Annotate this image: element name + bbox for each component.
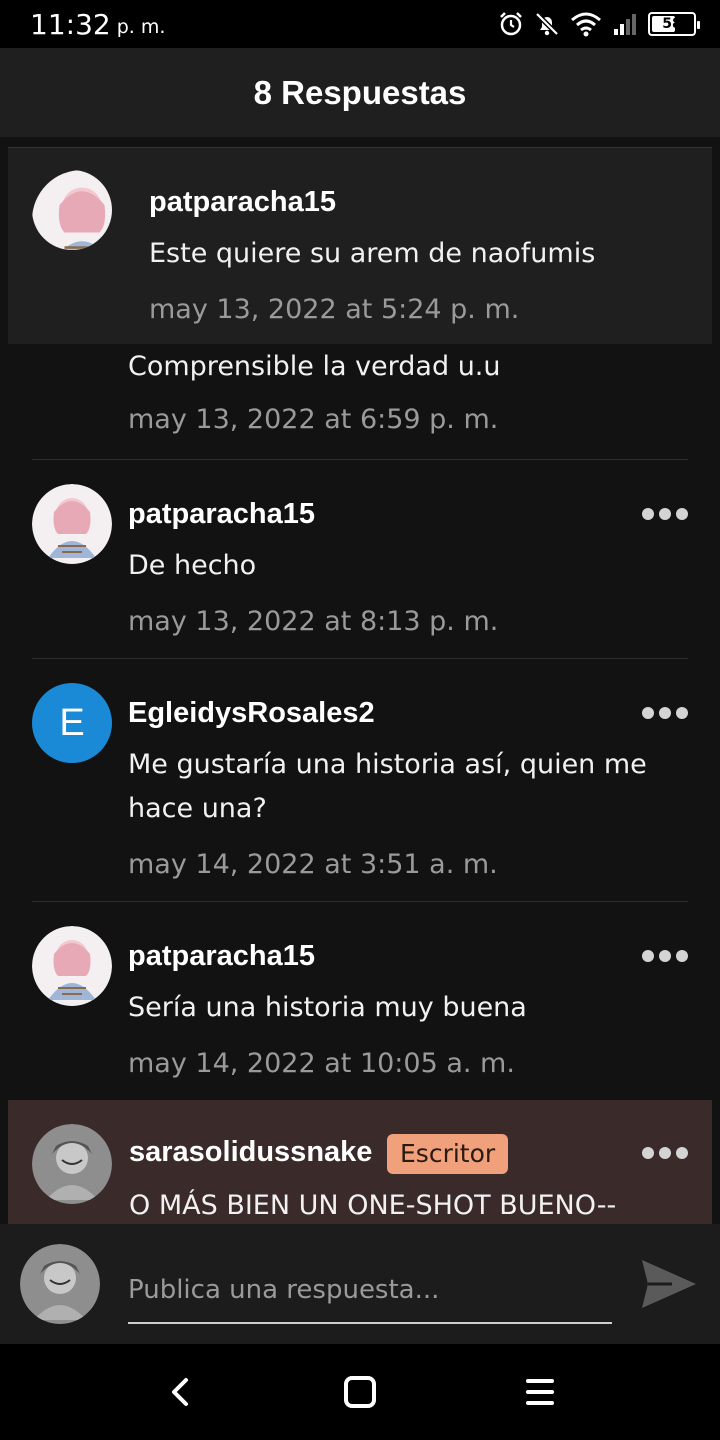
- comment-text: Me gustaría una historia así, quien me h…: [128, 749, 647, 824]
- comment-username[interactable]: patparacha15: [128, 940, 315, 973]
- comment-item[interactable]: patparacha15 De hecho may 13, 2022 at 8:…: [32, 460, 688, 659]
- more-options-button[interactable]: [642, 946, 688, 966]
- pinned-comment[interactable]: patparacha15 Este quiere su arem de naof…: [8, 147, 712, 344]
- battery-percent: 58: [662, 16, 682, 32]
- wifi-icon: [571, 12, 601, 37]
- alarm-icon: [500, 12, 522, 36]
- comment-username[interactable]: EgleidysRosales2: [128, 697, 375, 730]
- status-time: 11:32: [30, 7, 111, 41]
- page-title: 8 Respuestas: [253, 73, 467, 111]
- comment-item-highlighted[interactable]: sarasolidussnake Escritor O MÁS BIEN UN …: [8, 1100, 712, 1224]
- home-icon: [344, 1376, 376, 1408]
- battery-icon: 58: [648, 12, 700, 36]
- reply-bar: [0, 1224, 720, 1344]
- header: 8 Respuestas: [0, 48, 720, 137]
- comment-timestamp: may 14, 2022 at 10:05 a. m.: [128, 1048, 515, 1079]
- comment-text: Sería una historia muy buena: [128, 992, 527, 1023]
- comment-timestamp: may 13, 2022 at 5:24 p. m.: [149, 294, 520, 325]
- menu-button[interactable]: [520, 1372, 560, 1412]
- back-button[interactable]: [160, 1372, 200, 1412]
- avatar[interactable]: [32, 1124, 112, 1204]
- status-bar: 11:32 p. m. 58: [0, 0, 720, 48]
- back-icon: [172, 1378, 188, 1406]
- signal-icon: [614, 14, 636, 35]
- more-options-button[interactable]: [642, 703, 688, 723]
- more-horizontal-icon: [642, 1147, 654, 1159]
- comment-username[interactable]: sarasolidussnake: [129, 1136, 372, 1169]
- comment-username[interactable]: patparacha15: [128, 498, 315, 531]
- reply-input[interactable]: [128, 1258, 612, 1324]
- avatar[interactable]: E: [32, 683, 112, 763]
- menu-icon: [526, 1379, 554, 1405]
- current-user-avatar: [20, 1244, 100, 1324]
- comment-username[interactable]: patparacha15: [149, 186, 336, 219]
- comment-timestamp: may 13, 2022 at 8:13 p. m.: [128, 606, 499, 637]
- status-ampm: p. m.: [116, 16, 166, 38]
- more-horizontal-icon: [642, 508, 654, 520]
- notifications-off-icon: [535, 12, 559, 36]
- status-icons: 58: [498, 11, 700, 37]
- comment-timestamp: may 14, 2022 at 3:51 a. m.: [128, 849, 498, 880]
- send-icon: [642, 1260, 696, 1308]
- role-badge: Escritor: [387, 1134, 509, 1174]
- comment-thread[interactable]: Comprensible la verdad u.u may 13, 2022 …: [0, 137, 720, 1224]
- comment-item[interactable]: E EgleidysRosales2 Me gustaría una histo…: [32, 659, 688, 902]
- avatar[interactable]: [32, 484, 112, 564]
- send-button[interactable]: [638, 1256, 698, 1312]
- avatar-letter: E: [59, 701, 85, 744]
- more-options-button[interactable]: [642, 1143, 688, 1163]
- more-options-button[interactable]: [642, 504, 688, 524]
- more-horizontal-icon: [642, 950, 654, 962]
- comment-text: O MÁS BIEN UN ONE-SHOT BUENO--: [129, 1190, 617, 1221]
- comment-text: De hecho: [128, 550, 257, 581]
- more-horizontal-icon: [642, 707, 654, 719]
- comment-item[interactable]: patparacha15 Sería una historia muy buen…: [32, 902, 688, 1100]
- comment-timestamp: may 13, 2022 at 6:59 p. m.: [128, 404, 499, 435]
- comment-text: Este quiere su arem de naofumis: [149, 238, 596, 269]
- home-button[interactable]: [340, 1372, 380, 1412]
- comment-text: Comprensible la verdad u.u: [128, 351, 501, 382]
- avatar[interactable]: [32, 926, 112, 1006]
- avatar[interactable]: [32, 170, 112, 250]
- system-nav-bar: [0, 1344, 720, 1440]
